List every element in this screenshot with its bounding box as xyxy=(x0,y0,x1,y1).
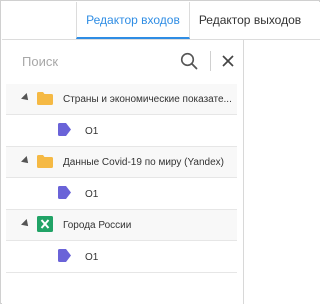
tree-leaf-o1[interactable]: O1 xyxy=(6,115,237,147)
expand-caret-icon[interactable] xyxy=(21,93,31,103)
tree-leaf-o1[interactable]: O1 xyxy=(6,241,237,273)
tree-node-cities[interactable]: Города России xyxy=(6,210,237,241)
tree-leaf-o1[interactable]: O1 xyxy=(6,178,237,210)
outputs-panel xyxy=(244,40,320,304)
tab-bar: Редактор входов Редактор выходов xyxy=(2,2,320,40)
search-icon[interactable] xyxy=(180,52,198,70)
tab-outputs-editor[interactable]: Редактор выходов xyxy=(190,2,310,39)
search-bar xyxy=(2,40,243,80)
folder-icon xyxy=(37,155,53,168)
source-tree: Страны и экономические показате... O1 Да… xyxy=(6,84,237,273)
expand-caret-icon[interactable] xyxy=(21,156,31,166)
close-icon[interactable] xyxy=(220,53,236,69)
tree-node-label: Данные Covid-19 по миру (Yandex) xyxy=(63,157,224,168)
tree-node-label: Города России xyxy=(63,220,132,231)
output-tag-icon xyxy=(58,186,71,199)
tree-node-countries[interactable]: Страны и экономические показате... xyxy=(6,84,237,115)
output-tag-icon xyxy=(58,249,71,262)
tree-node-covid[interactable]: Данные Covid-19 по миру (Yandex) xyxy=(6,147,237,178)
tree-leaf-label: O1 xyxy=(85,189,99,200)
tree-node-label: Страны и экономические показате... xyxy=(63,94,232,105)
tree-leaf-label: O1 xyxy=(85,252,99,263)
folder-icon xyxy=(37,92,53,105)
output-tag-icon xyxy=(58,123,71,136)
inputs-panel: Страны и экономические показате... O1 Да… xyxy=(2,40,244,304)
excel-icon xyxy=(37,216,53,232)
tab-inputs-editor[interactable]: Редактор входов xyxy=(76,2,190,39)
search-divider xyxy=(210,51,211,71)
expand-caret-icon[interactable] xyxy=(21,219,31,229)
search-input[interactable] xyxy=(22,50,172,72)
tree-leaf-label: O1 xyxy=(85,126,99,137)
editor-window: Редактор входов Редактор выходов С xyxy=(0,0,320,304)
